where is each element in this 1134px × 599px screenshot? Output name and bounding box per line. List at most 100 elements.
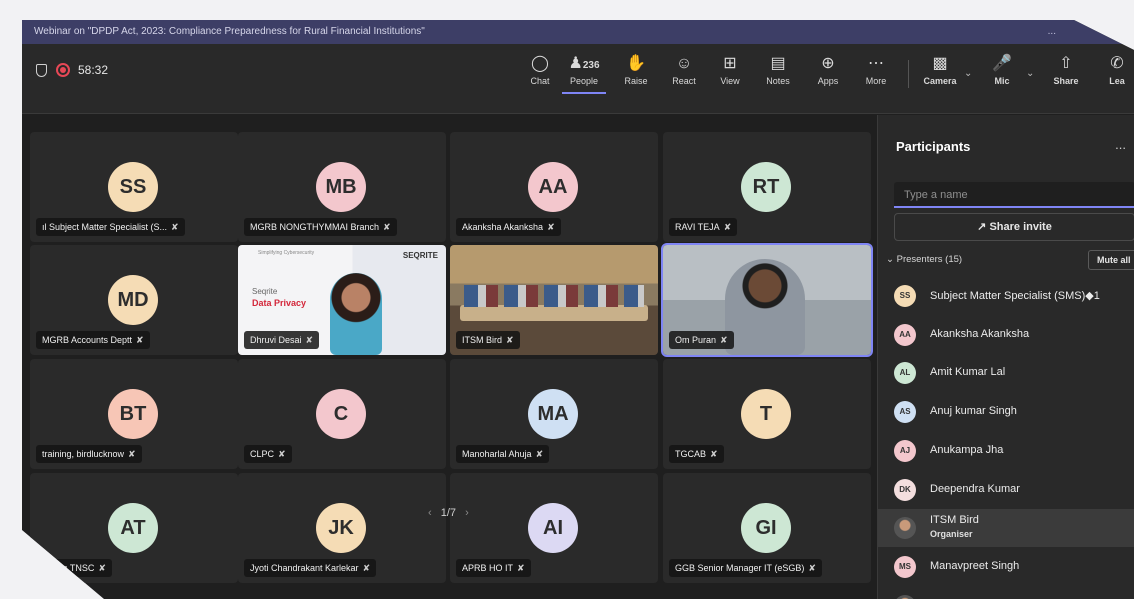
slide-text-2: Data Privacy — [252, 298, 307, 308]
share-invite-button[interactable]: ↗ Share invite — [894, 213, 1134, 241]
participant-avatar — [894, 517, 916, 540]
participant-row[interactable]: AA Akanksha Akanksha — [878, 316, 1134, 354]
more-button[interactable]: ⋯ More — [854, 54, 898, 94]
participant-avatar: RT — [741, 162, 791, 212]
raise-hand-button[interactable]: ✋ Raise — [614, 54, 658, 94]
share-button[interactable]: ⇧ Share — [1044, 54, 1088, 94]
mic-muted-icon: ✘ — [98, 563, 106, 573]
notes-button[interactable]: ▤ Notes — [756, 54, 800, 94]
camera-options-chevron-icon[interactable]: ⌄ — [964, 68, 972, 79]
mic-muted-icon: ✘ — [128, 449, 136, 459]
participant-nameplate: GGB Senior Manager IT (eSGB) ✘ — [669, 559, 822, 577]
video-tile[interactable]: MA Manoharlal Ahuja ✘ — [450, 359, 658, 469]
video-tile[interactable]: GI GGB Senior Manager IT (eSGB) ✘ — [663, 473, 871, 583]
video-tile[interactable]: AT raman TNSC ✘ — [30, 473, 238, 583]
video-tile[interactable]: ITSM Bird ✘ — [450, 245, 658, 355]
video-tile[interactable]: MD MGRB Accounts Deptt ✘ — [30, 245, 238, 355]
participant-name: Anukampa Jha — [930, 443, 1004, 456]
mute-all-button[interactable]: Mute all — [1088, 250, 1134, 270]
video-tile[interactable]: RT RAVI TEJA ✘ — [663, 132, 871, 242]
window-menu-icon[interactable]: ... — [1048, 20, 1056, 44]
video-tile[interactable]: SEQRITE Simplifying Cybersecurity Seqrite D… — [238, 245, 446, 355]
participant-avatar: AJ — [894, 439, 916, 462]
apps-button[interactable]: ⊕ Apps — [806, 54, 850, 94]
participant-avatar: C — [316, 389, 366, 439]
mic-muted-icon: ✘ — [171, 222, 179, 232]
video-tile[interactable]: Om Puran ✘ — [661, 243, 873, 357]
participant-row[interactable]: N D Pawar — [878, 587, 1134, 599]
people-button[interactable]: ♟236 People — [562, 54, 606, 94]
mic-muted-icon: ✘ — [720, 335, 728, 345]
page-indicator: 1/7 — [440, 507, 457, 519]
participant-avatar: AT — [108, 503, 158, 553]
video-tile[interactable]: AA Akanksha Akanksha ✘ — [450, 132, 658, 242]
camera-button[interactable]: ▩ Camera — [918, 54, 962, 94]
participant-avatar: SS — [108, 162, 158, 212]
mic-muted-icon: ✘ — [535, 449, 544, 459]
participant-search-input[interactable]: Type a name — [894, 182, 1134, 208]
participant-name: Manoharlal Ahuja — [462, 449, 532, 459]
participant-name: Deependra Kumar — [930, 482, 1020, 495]
next-page-chevron-icon[interactable]: › — [465, 507, 469, 519]
participant-row[interactable]: DK Deependra Kumar — [878, 471, 1134, 509]
participant-name: CLPC — [250, 449, 275, 459]
participant-row[interactable]: AS Anuj kumar Singh — [878, 393, 1134, 431]
participant-row[interactable]: ITSM Bird Organiser — [878, 509, 1134, 548]
recording-icon — [56, 63, 70, 77]
video-tile[interactable]: T TGCAB ✘ — [663, 359, 871, 469]
participant-name: APRB HO IT — [462, 563, 514, 573]
react-button[interactable]: ☺ React — [662, 54, 706, 94]
phone-icon: ✆ — [1110, 55, 1124, 72]
video-tile[interactable]: SS ıl Subject Matter Specialist (S... ✘ — [30, 132, 238, 242]
speaker-figure — [725, 259, 805, 355]
video-tile[interactable]: AI APRB HO IT ✘ — [450, 473, 658, 583]
participant-row[interactable]: MS Manavpreet Singh — [878, 548, 1134, 586]
more-icon: ⋯ — [868, 55, 884, 72]
participant-role: Organiser — [930, 529, 973, 540]
seqrite-logo: SEQRITE — [402, 251, 438, 260]
mic-off-icon: 🎤 — [992, 55, 1012, 72]
participant-avatar: AL — [894, 362, 916, 385]
panel-more-icon[interactable]: ... — [1115, 137, 1126, 152]
presenter-figure — [330, 273, 382, 355]
panel-title: Participants — [896, 139, 971, 154]
participant-nameplate: Dhruvi Desai ✘ — [244, 331, 320, 349]
view-button[interactable]: ⊞ View — [708, 54, 752, 94]
people-count: 236 — [582, 60, 600, 71]
toolbar-divider — [908, 60, 909, 88]
teams-meeting-window: Webinar on "DPDP Act, 2023: Compliance P… — [22, 20, 1134, 599]
camera-off-icon: ▩ — [932, 55, 948, 72]
participant-row[interactable]: AL Amit Kumar Lal — [878, 354, 1134, 392]
previous-page-chevron-icon[interactable]: ‹ — [428, 507, 432, 519]
video-tile[interactable]: MB MGRB NONGTHYMMAI Branch ✘ — [238, 132, 446, 242]
mic-muted-icon: ✘ — [305, 335, 314, 345]
participant-name: Om Puran — [675, 335, 717, 345]
leave-button[interactable]: ✆ Lea — [1100, 54, 1134, 94]
participant-avatar: AA — [528, 162, 578, 212]
participant-name: Anuj kumar Singh — [930, 405, 1017, 418]
participant-name: ITSM Bird — [930, 514, 979, 527]
mic-muted-icon: ✘ — [506, 335, 514, 345]
participant-name: Akanksha Akanksha — [462, 222, 544, 232]
participant-nameplate: APRB HO IT ✘ — [456, 559, 531, 577]
participant-row[interactable]: SS Subject Matter Specialist (SMS)◆1 — [878, 277, 1134, 315]
participant-avatar: MA — [528, 389, 578, 439]
participant-name: MGRB NONGTHYMMAI Branch — [250, 222, 380, 232]
mic-button[interactable]: 🎤 Mic — [980, 54, 1024, 94]
participant-name: ıl Subject Matter Specialist (S... — [42, 222, 168, 232]
video-tile[interactable]: JK Jyoti Chandrakant Karlekar ✘ — [238, 473, 446, 583]
mic-options-chevron-icon[interactable]: ⌄ — [1026, 68, 1034, 79]
participant-nameplate: Om Puran ✘ — [669, 331, 734, 349]
chat-button[interactable]: ◯ Chat — [518, 54, 562, 94]
participant-name: Amit Kumar Lal — [930, 366, 1006, 379]
chat-icon: ◯ — [531, 55, 549, 72]
presenters-section-header[interactable]: ⌄ Presenters (15) — [886, 254, 962, 265]
participant-nameplate: MGRB Accounts Deptt ✘ — [36, 331, 150, 349]
participant-avatar: MB — [316, 162, 366, 212]
participant-row[interactable]: AJ Anukampa Jha — [878, 432, 1134, 470]
participant-nameplate: TGCAB ✘ — [669, 445, 724, 463]
video-tile[interactable]: C CLPC ✘ — [238, 359, 446, 469]
notes-icon: ▤ — [770, 55, 786, 72]
mic-muted-icon: ✘ — [547, 222, 555, 232]
video-tile[interactable]: BT training, birdlucknow ✘ — [30, 359, 238, 469]
